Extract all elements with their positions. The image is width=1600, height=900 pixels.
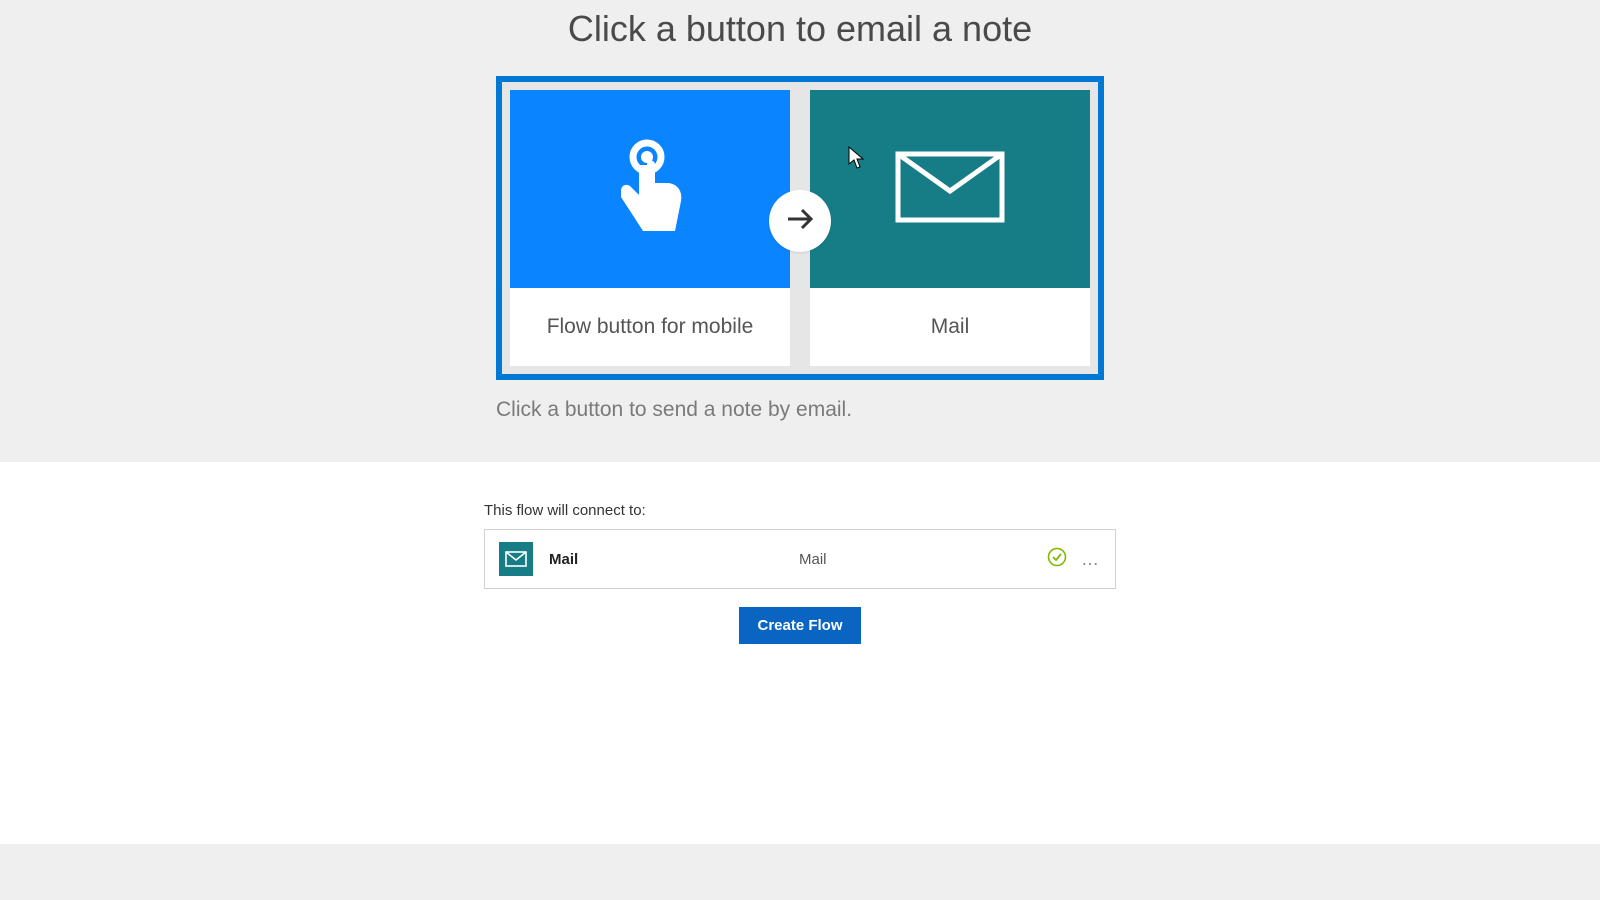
connection-status-ok-icon	[1047, 547, 1067, 572]
page-title: Click a button to email a note	[0, 8, 1600, 50]
touch-icon	[609, 135, 691, 244]
tile-icon-area-right	[810, 90, 1090, 288]
connection-more-button[interactable]: …	[1081, 549, 1101, 570]
tile-mail[interactable]: Mail	[810, 90, 1090, 366]
envelope-icon	[895, 151, 1005, 228]
tile-flow-button[interactable]: Flow button for mobile	[510, 90, 790, 366]
tile-label-left: Flow button for mobile	[510, 288, 790, 366]
tile-label-right: Mail	[810, 288, 1090, 366]
connection-row-mail: Mail Mail …	[484, 529, 1116, 589]
connection-account: Mail	[799, 551, 1047, 568]
connection-name: Mail	[549, 551, 799, 568]
connections-heading: This flow will connect to:	[484, 502, 1116, 519]
arrow-connector	[769, 190, 831, 252]
tile-icon-area-left	[510, 90, 790, 288]
create-flow-button[interactable]: Create Flow	[739, 607, 860, 644]
connection-mail-icon	[499, 542, 533, 576]
flow-description: Click a button to send a note by email.	[496, 398, 1104, 422]
arrow-right-icon	[784, 203, 816, 240]
flow-diagram: Flow button for mobile Mail	[496, 76, 1104, 380]
